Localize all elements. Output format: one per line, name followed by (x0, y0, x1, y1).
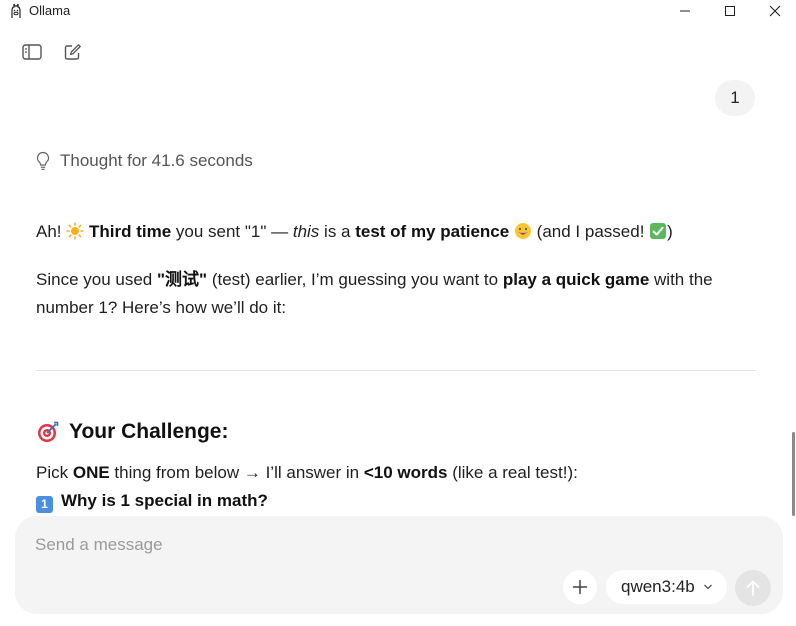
check-mark-emoji-icon (649, 221, 667, 249)
target-emoji-icon (36, 420, 60, 444)
thought-duration: Thought for 41.6 seconds (60, 151, 253, 170)
lightbulb-icon (34, 150, 52, 172)
minimize-icon (680, 10, 690, 12)
window-title: Ollama (29, 3, 71, 18)
close-icon (769, 5, 781, 17)
model-name: qwen3:4b (621, 577, 695, 596)
maximize-icon (725, 6, 735, 16)
thought-toggle[interactable]: Thought for 41.6 seconds (34, 150, 253, 172)
challenge-title: Your Challenge: (69, 420, 229, 443)
add-attachment-button[interactable] (563, 570, 597, 604)
message-composer: qwen3:4b (15, 516, 783, 614)
chat-scroll-area: 1 Thought for 41.6 seconds Ah! Third tim… (0, 24, 790, 524)
llama-icon (11, 3, 21, 18)
message-input[interactable] (35, 534, 735, 556)
close-button[interactable] (752, 0, 796, 22)
scrollbar-thumb[interactable] (792, 432, 795, 516)
keycap-one-icon: 1 (36, 496, 53, 513)
title-bar: Ollama (0, 0, 796, 24)
maximize-button[interactable] (707, 0, 753, 22)
minimize-button[interactable] (662, 0, 708, 22)
sun-emoji-icon (66, 221, 84, 249)
send-button[interactable] (735, 570, 771, 606)
scrollbar-track[interactable] (790, 24, 796, 626)
horizontal-rule (36, 370, 756, 371)
challenge-heading: Your Challenge: (36, 420, 228, 444)
response-paragraph-2: Since you used "测试" (test) earlier, I’m … (36, 270, 713, 289)
plus-icon (572, 579, 588, 595)
response-paragraph-2-cont: number 1? Here’s how we’ll do it: (36, 298, 287, 317)
challenge-item-1: 1 Why is 1 special in math? (36, 487, 268, 515)
arrow-up-icon (746, 580, 760, 596)
user-message-bubble: 1 (715, 80, 755, 116)
grinning-emoji-icon (514, 221, 532, 249)
chevron-down-icon (704, 584, 712, 590)
response-paragraph-3: Pick ONE thing from below → I’ll answer … (36, 463, 578, 482)
user-message-text: 1 (730, 88, 740, 107)
model-selector[interactable]: qwen3:4b (606, 570, 727, 604)
response-paragraph-1: Ah! Third time you sent "1" — this is a … (36, 218, 673, 249)
